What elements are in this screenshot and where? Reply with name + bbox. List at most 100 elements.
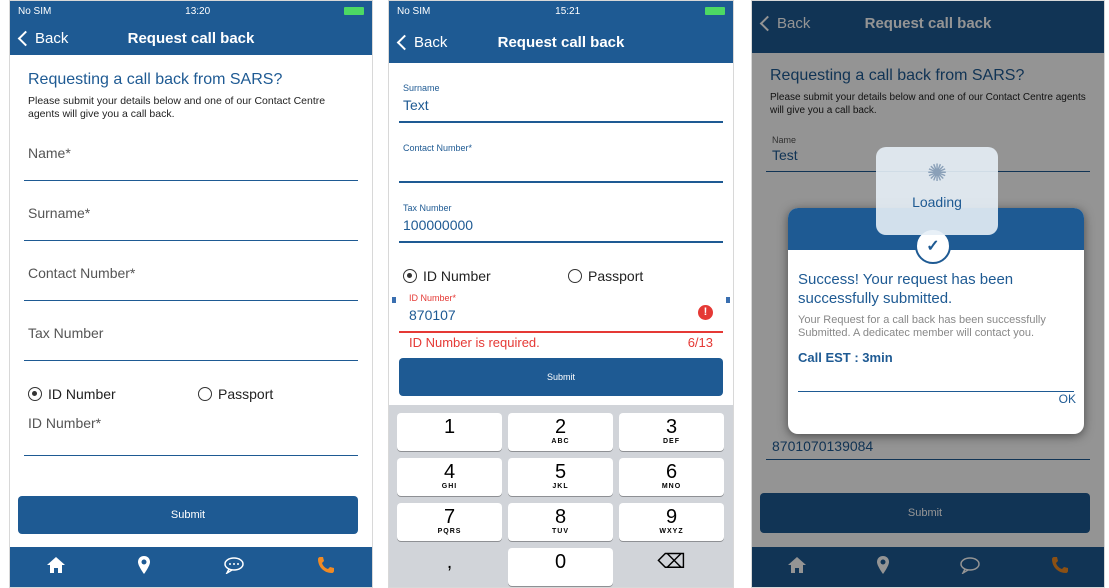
key-letters: DEF — [663, 438, 680, 445]
radio-selected-icon — [28, 387, 42, 401]
loading-indicator: ✺ Loading — [876, 147, 998, 235]
surname-placeholder: Surname* — [28, 205, 91, 221]
radio-unselected-icon — [198, 387, 212, 401]
radio-selected-icon — [403, 269, 417, 283]
key-digit: 6 — [665, 461, 678, 483]
ok-button[interactable]: OK — [1059, 392, 1076, 406]
back-label: Back — [35, 29, 69, 47]
home-icon[interactable] — [46, 556, 66, 579]
form-heading: Requesting a call back from SARS? — [28, 71, 283, 88]
name-field[interactable]: Name* — [24, 121, 358, 181]
phone-icon[interactable] — [316, 555, 336, 580]
chat-icon[interactable] — [223, 556, 245, 579]
tax-number-placeholder: Tax Number — [28, 325, 104, 341]
status-bar: No SIM 15:21 — [389, 1, 733, 21]
success-title: Success! Your request has been successfu… — [798, 271, 1014, 307]
back-label: Back — [414, 33, 448, 51]
keypad-key[interactable]: 2 ABC — [508, 413, 613, 451]
passport-radio[interactable]: Passport — [568, 268, 643, 284]
key-letters: TUV — [552, 528, 569, 535]
id-number-radio-label: ID Number — [48, 386, 116, 402]
status-bar: No SIM 13:20 — [10, 1, 372, 21]
id-number-radio[interactable]: ID Number — [28, 386, 198, 402]
key-digit: 4 — [443, 461, 456, 483]
tax-number-field[interactable]: Tax Number 100000000 — [399, 183, 723, 243]
id-number-field[interactable]: ID Number* — [24, 409, 358, 456]
key-letters: MNO — [661, 483, 682, 490]
contact-number-label: Contact Number* — [403, 143, 473, 153]
tax-number-label: Tax Number — [403, 203, 452, 213]
error-message: ID Number is required. — [409, 335, 540, 350]
screen-keypad-validation: No SIM 15:21 Back Request call back Surn… — [388, 0, 734, 588]
surname-field[interactable]: Surname Text — [399, 63, 723, 123]
keypad-key[interactable]: 4 GHI — [397, 458, 502, 496]
key-digit: ⌫ — [657, 551, 686, 573]
id-type-radio-group: ID Number Passport — [403, 261, 719, 291]
submit-button[interactable]: Submit — [399, 358, 723, 396]
nav-bar: Back Request call back — [10, 21, 372, 55]
id-number-radio-label: ID Number — [423, 268, 491, 284]
tab-bar — [10, 547, 372, 587]
contact-number-field[interactable]: Contact Number* — [399, 123, 723, 183]
keypad-key[interactable]: 3 DEF — [619, 413, 724, 451]
key-digit: 9 — [665, 506, 678, 528]
keypad-key[interactable]: 8 TUV — [508, 503, 613, 541]
keypad-key[interactable]: 1 — [397, 413, 502, 451]
carrier-label: No SIM — [18, 5, 52, 17]
location-pin-icon[interactable] — [137, 555, 151, 580]
keypad-key[interactable]: 9 WXYZ — [619, 503, 724, 541]
key-digit: 0 — [554, 551, 567, 573]
id-number-placeholder: ID Number* — [28, 415, 102, 431]
contact-number-field[interactable]: Contact Number* — [24, 241, 358, 301]
tax-number-value: 100000000 — [403, 217, 474, 233]
selection-handle-icon[interactable] — [392, 297, 396, 303]
spinner-icon: ✺ — [926, 160, 948, 187]
chevron-left-icon — [396, 34, 413, 50]
back-button[interactable]: Back — [16, 30, 68, 47]
id-type-radio-group: ID Number Passport — [28, 379, 354, 409]
carrier-label: No SIM — [397, 5, 431, 17]
keypad-key[interactable]: 5 JKL — [508, 458, 613, 496]
key-letters: PQRS — [437, 528, 462, 535]
key-letters: JKL — [552, 483, 569, 490]
keypad-key[interactable]: 7 PQRS — [397, 503, 502, 541]
id-number-field[interactable]: ID Number* 870107 ! — [399, 291, 723, 333]
status-time: 13:20 — [185, 5, 211, 17]
name-placeholder: Name* — [28, 145, 71, 161]
dialog-divider — [798, 391, 1074, 392]
back-button[interactable]: Back — [395, 34, 447, 51]
loading-label: Loading — [912, 194, 962, 210]
keypad-key[interactable]: , — [397, 548, 502, 586]
numeric-keypad: 1 2 ABC 3 DEF 4 GHI 5 JKL 6 MNO 7 PQRS 8 TUV 9 WXYZ, 0 ⌫ — [389, 405, 733, 587]
selection-handle-icon[interactable] — [726, 297, 730, 303]
key-digit: 1 — [443, 416, 456, 438]
char-counter: 6/13 — [687, 335, 713, 350]
key-digit: , — [446, 551, 453, 573]
id-number-label: ID Number* — [409, 293, 457, 303]
submit-button[interactable]: Submit — [18, 496, 358, 534]
passport-radio-label: Passport — [588, 268, 644, 284]
key-digit: 3 — [665, 416, 678, 438]
id-number-value: 870107 — [409, 307, 456, 323]
chevron-left-icon — [17, 30, 34, 46]
keypad-key[interactable]: 6 MNO — [619, 458, 724, 496]
surname-value: Text — [403, 97, 429, 113]
id-number-radio[interactable]: ID Number — [403, 268, 568, 284]
success-body: Your Request for a call back has been su… — [798, 314, 1046, 339]
key-digit: 8 — [554, 506, 567, 528]
keypad-key[interactable]: ⌫ — [619, 548, 724, 586]
screen-request-form: No SIM 13:20 Back Request call back Requ… — [9, 0, 373, 588]
battery-icon — [705, 7, 725, 15]
tax-number-field[interactable]: Tax Number — [24, 301, 358, 361]
contact-number-placeholder: Contact Number* — [28, 265, 136, 281]
screen-success-dialog: Back Request call back Requesting a call… — [751, 0, 1105, 588]
nav-bar: Back Request call back — [389, 21, 733, 63]
key-letters: GHI — [441, 483, 458, 490]
radio-unselected-icon — [568, 269, 582, 283]
passport-radio[interactable]: Passport — [198, 386, 273, 402]
error-icon: ! — [698, 305, 713, 320]
key-letters: WXYZ — [659, 528, 684, 535]
surname-field[interactable]: Surname* — [24, 181, 358, 241]
call-est-label: Call EST : 3min — [798, 350, 893, 365]
keypad-key[interactable]: 0 — [508, 548, 613, 586]
